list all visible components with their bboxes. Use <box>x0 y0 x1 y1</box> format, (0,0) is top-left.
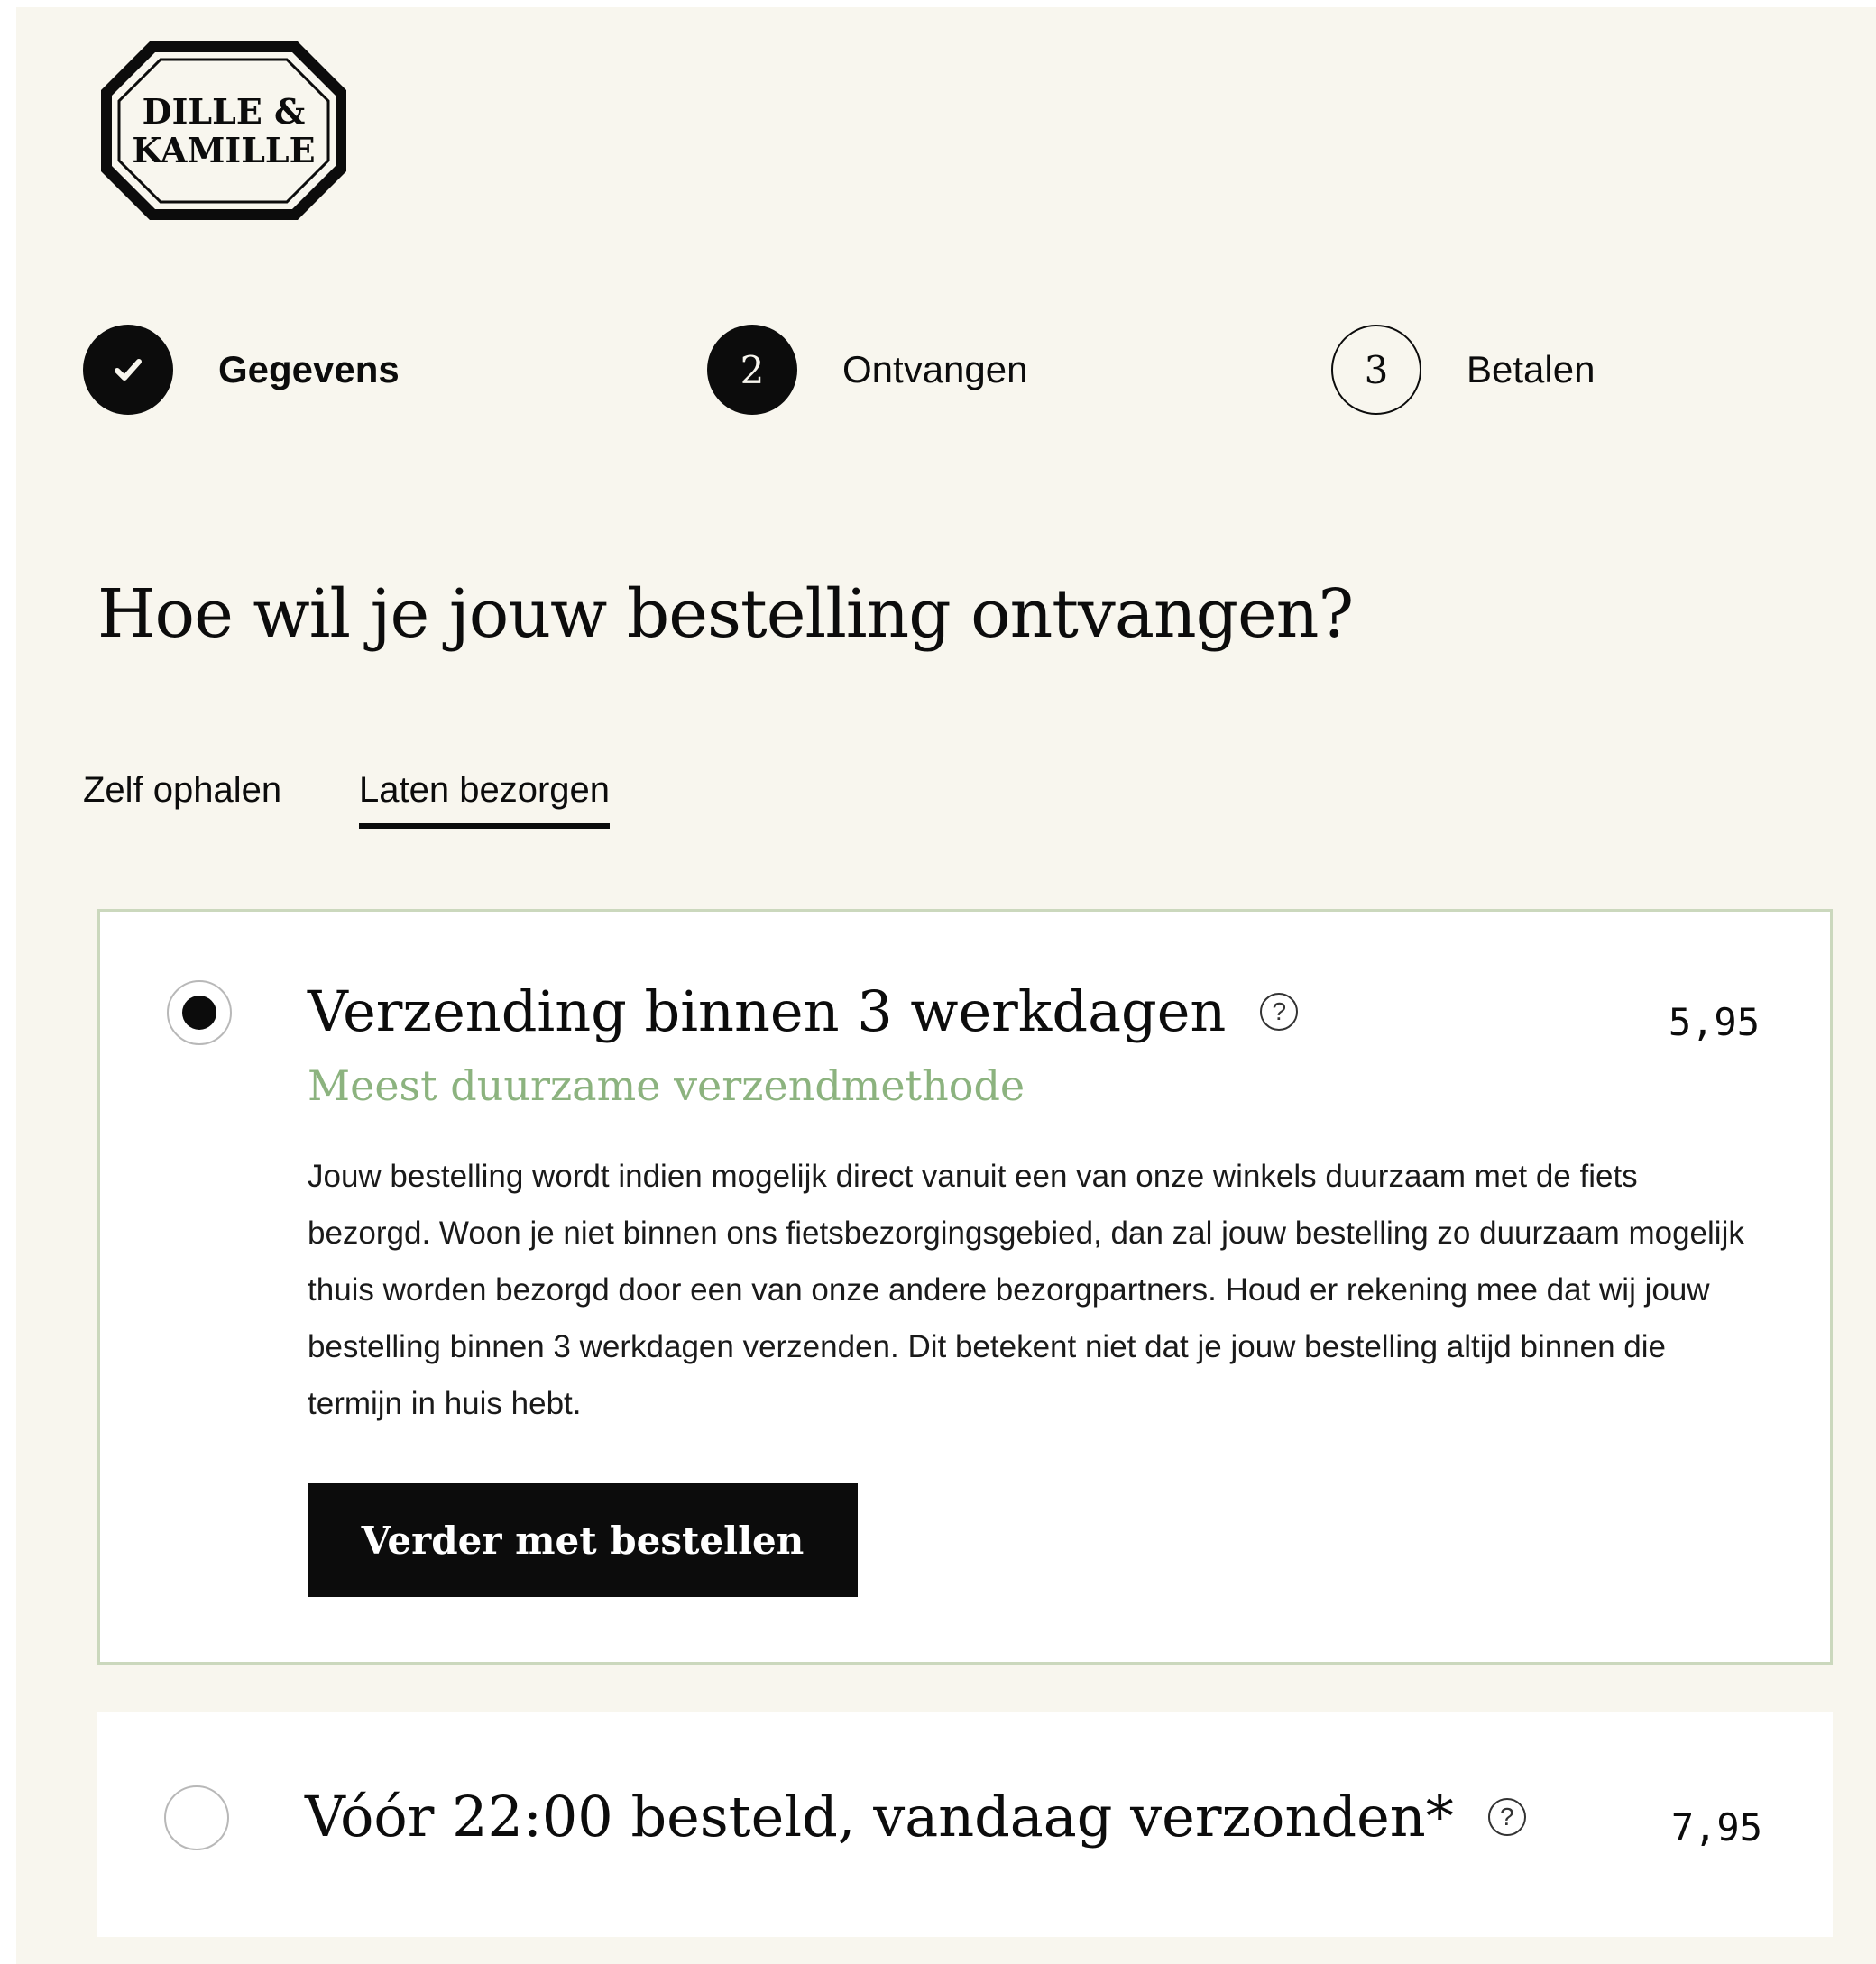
continue-button[interactable]: Verder met bestellen <box>308 1483 858 1597</box>
tab-zelf-ophalen[interactable]: Zelf ophalen <box>83 770 281 823</box>
question-icon[interactable]: ? <box>1260 992 1299 1031</box>
option-subtitle: Meest duurzame verzendmethode <box>308 1061 1025 1110</box>
option-price: 7,95 <box>1670 1805 1762 1849</box>
logo-text-line1: DILLE & <box>143 91 306 132</box>
step-label: Gegevens <box>218 348 400 390</box>
radio-unselected[interactable] <box>164 1785 229 1850</box>
check-icon <box>115 359 142 381</box>
logo-text-line2: KAMILLE <box>132 130 315 170</box>
logo-badge: DILLE & KAMILLE <box>101 41 346 220</box>
step-betalen: 3 Betalen <box>1331 323 1595 417</box>
option-title-row: Vóór 22:00 besteld, vandaag verzonden* ? <box>305 1784 1526 1849</box>
step-label: Ontvangen <box>842 348 1028 390</box>
question-icon[interactable]: ? <box>1487 1797 1526 1836</box>
radio-dot <box>182 996 216 1030</box>
option-title: Verzending binnen 3 werkdagen <box>308 978 1227 1044</box>
checkout-page: DILLE & KAMILLE Gegevens 2 Ontvangen 3 B… <box>16 7 1876 1964</box>
shipping-option-standard[interactable]: Verzending binnen 3 werkdagen ? 5,95 Mee… <box>97 909 1833 1665</box>
option-title-row: Verzending binnen 3 werkdagen ? <box>308 978 1299 1044</box>
option-description: Jouw bestelling wordt indien mogelijk di… <box>308 1159 1744 1421</box>
shipping-option-sameday[interactable]: Vóór 22:00 besteld, vandaag verzonden* ?… <box>97 1712 1833 1937</box>
option-price: 5,95 <box>1668 1000 1760 1044</box>
step-number-badge: 2 <box>707 325 797 415</box>
step-number-badge: 3 <box>1331 325 1421 415</box>
dille-kamille-logo[interactable]: DILLE & KAMILLE <box>97 38 350 224</box>
step-gegevens[interactable]: Gegevens <box>83 323 400 417</box>
option-title: Vóór 22:00 besteld, vandaag verzonden* <box>305 1784 1454 1849</box>
radio-selected[interactable] <box>167 980 232 1045</box>
step-ontvangen: 2 Ontvangen <box>707 323 1028 417</box>
step-complete-badge <box>83 325 173 415</box>
step-label: Betalen <box>1467 348 1596 390</box>
page-title: Hoe wil je jouw bestelling ontvangen? <box>97 575 1354 653</box>
tab-laten-bezorgen[interactable]: Laten bezorgen <box>359 770 611 829</box>
